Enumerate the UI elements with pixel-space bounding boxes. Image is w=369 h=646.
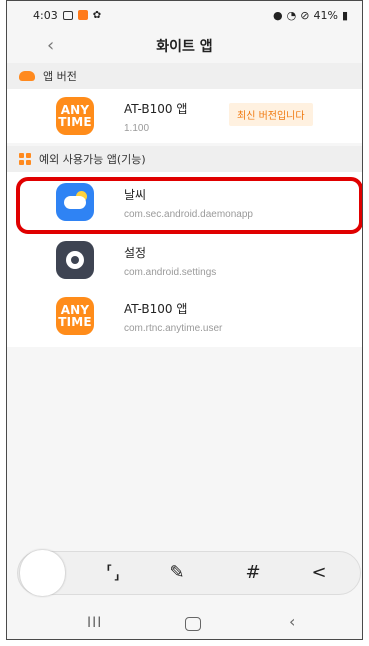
- cloud-icon: [19, 71, 35, 81]
- app-version: 1.100: [124, 123, 150, 134]
- page-title: 화이트 앱: [156, 39, 213, 55]
- anytime-icon: ANY TIME: [56, 97, 94, 135]
- app-name: AT-B100 앱: [124, 302, 188, 316]
- screenshot-toolbar: ⸢⸥ ✎ # <: [17, 550, 361, 596]
- wifi-icon: ◔: [286, 8, 297, 22]
- screenshot-thumbnail[interactable]: [20, 550, 65, 596]
- list-item-anytime[interactable]: ANY TIME AT-B100 앱 com.rtnc.anytime.user: [7, 290, 362, 342]
- scan-icon[interactable]: ⸢⸥: [100, 561, 126, 585]
- back-icon[interactable]: ‹: [47, 35, 54, 56]
- settings-gear-icon: [56, 241, 94, 279]
- phone-screen: 4:03 ✿ ● ◔ ⊘ 41% ▮ ‹ 화이트 앱 앱 버전 ANY TIME…: [6, 0, 363, 640]
- highlight-outline: [16, 177, 362, 234]
- nav-back-button[interactable]: ‹: [289, 612, 295, 631]
- version-section: ANY TIME AT-B100 앱 1.100 최신 버전입니다: [7, 89, 362, 143]
- apps-grid-icon: [19, 153, 31, 165]
- status-bar: 4:03 ✿ ● ◔ ⊘ 41% ▮: [7, 1, 362, 29]
- app-notification-icon: [77, 10, 88, 20]
- hashtag-icon[interactable]: #: [240, 561, 266, 585]
- version-section-title: 앱 버전: [43, 70, 77, 83]
- navigation-bar: III ‹: [7, 607, 362, 639]
- version-section-header: 앱 버전: [7, 63, 362, 89]
- app-name: AT-B100 앱: [124, 102, 188, 116]
- exception-section-title: 예외 사용가능 앱(기능): [39, 153, 146, 166]
- list-item-settings[interactable]: 설정 com.android.settings: [7, 234, 362, 286]
- share-icon[interactable]: <: [306, 561, 332, 585]
- exception-section-header: 예외 사용가능 앱(기능): [7, 146, 362, 172]
- package-name: com.rtnc.anytime.user: [124, 323, 223, 334]
- recents-button[interactable]: III: [87, 615, 102, 631]
- battery-percent: 41%: [313, 8, 338, 22]
- version-row: ANY TIME AT-B100 앱 1.100 최신 버전입니다: [7, 90, 362, 142]
- app-bar: ‹ 화이트 앱: [7, 29, 362, 63]
- home-button[interactable]: [185, 617, 201, 631]
- status-time: 4:03: [33, 8, 58, 22]
- anytime-icon: ANY TIME: [56, 297, 94, 335]
- location-icon: ●: [273, 8, 283, 22]
- gallery-notification-icon: [62, 10, 73, 20]
- latest-version-badge: 최신 버전입니다: [229, 103, 313, 126]
- settings-notification-icon: ✿: [92, 9, 102, 21]
- battery-icon: ▮: [341, 8, 348, 22]
- dnd-icon: ⊘: [300, 8, 310, 22]
- package-name: com.android.settings: [124, 267, 217, 278]
- app-name: 설정: [124, 246, 147, 260]
- edit-icon[interactable]: ✎: [164, 561, 190, 585]
